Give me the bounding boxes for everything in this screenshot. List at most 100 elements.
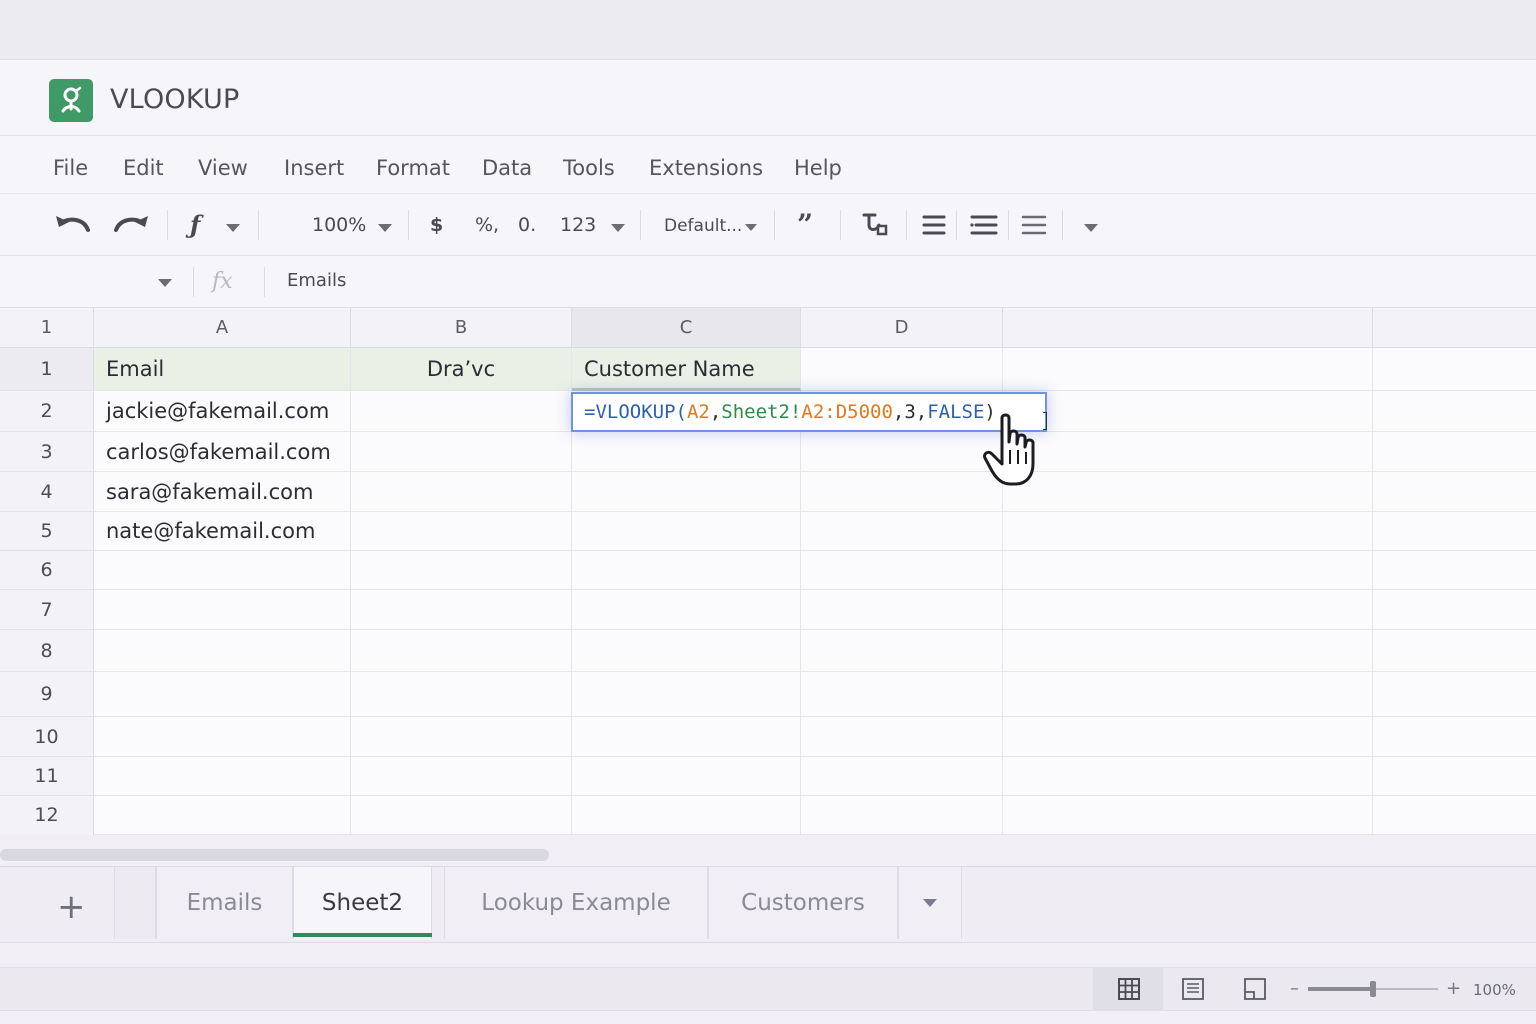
- cell-b4[interactable]: [351, 472, 572, 512]
- cell-e1[interactable]: [1003, 348, 1373, 391]
- zoom-in-button[interactable]: +: [1446, 978, 1461, 999]
- cell-formula-editor[interactable]: =VLOOKUP(A2,Sheet2!A2:D5000,3,FALSE): [571, 392, 1047, 432]
- cell-b11[interactable]: [351, 757, 572, 796]
- cell-a9[interactable]: [94, 672, 351, 717]
- row-header-10[interactable]: 10: [0, 717, 94, 757]
- cell-c1[interactable]: Customer Name: [572, 348, 801, 391]
- row-header-2[interactable]: 2: [0, 391, 94, 432]
- sheet-tab-sheet2[interactable]: Sheet2: [293, 867, 432, 939]
- menu-data[interactable]: Data: [482, 156, 532, 180]
- cell-d1[interactable]: [801, 348, 1003, 391]
- menu-help[interactable]: Help: [794, 156, 842, 180]
- cell-e11[interactable]: [1003, 757, 1373, 796]
- formula-input[interactable]: Emails: [287, 270, 346, 291]
- cell-f12[interactable]: [1373, 796, 1536, 835]
- cell-a10[interactable]: [94, 717, 351, 757]
- cell-f5[interactable]: [1373, 512, 1536, 551]
- zoom-slider-thumb[interactable]: [1370, 981, 1376, 997]
- menu-edit[interactable]: Edit: [123, 156, 164, 180]
- row-header-5[interactable]: 5: [0, 512, 94, 551]
- column-header-f[interactable]: [1373, 308, 1536, 348]
- sheets-logo-icon[interactable]: [49, 79, 93, 122]
- cell-a4[interactable]: sara@fakemail.com: [94, 472, 351, 512]
- cell-e2[interactable]: [1003, 391, 1373, 432]
- font-select[interactable]: Default...: [664, 216, 742, 236]
- cell-b6[interactable]: [351, 551, 572, 590]
- menu-format[interactable]: Format: [376, 156, 450, 180]
- menu-tools[interactable]: Tools: [563, 156, 615, 180]
- row-header-9[interactable]: 9: [0, 672, 94, 717]
- row-header-1[interactable]: 1: [0, 348, 94, 391]
- more-icon[interactable]: [1084, 224, 1098, 232]
- cell-e3[interactable]: [1003, 432, 1373, 472]
- column-header-b[interactable]: B: [351, 308, 572, 348]
- undo-icon[interactable]: [52, 210, 94, 242]
- cell-b5[interactable]: [351, 512, 572, 551]
- row-header-12[interactable]: 12: [0, 796, 94, 835]
- column-header-a[interactable]: A: [94, 308, 351, 348]
- cell-a5[interactable]: nate@fakemail.com: [94, 512, 351, 551]
- cell-c11[interactable]: [572, 757, 801, 796]
- menu-extensions[interactable]: Extensions: [649, 156, 763, 180]
- font-dropdown-icon[interactable]: [745, 224, 757, 231]
- cell-c8[interactable]: [572, 630, 801, 672]
- cell-f10[interactable]: [1373, 717, 1536, 757]
- cell-a1[interactable]: Email: [94, 348, 351, 391]
- cell-e6[interactable]: [1003, 551, 1373, 590]
- cell-e9[interactable]: [1003, 672, 1373, 717]
- redo-icon[interactable]: [110, 210, 152, 242]
- cell-f4[interactable]: [1373, 472, 1536, 512]
- row-header-7[interactable]: 7: [0, 590, 94, 630]
- horizontal-scrollbar-thumb[interactable]: [0, 849, 549, 861]
- cell-f6[interactable]: [1373, 551, 1536, 590]
- cell-f7[interactable]: [1373, 590, 1536, 630]
- corner-header[interactable]: 1: [0, 308, 94, 348]
- column-header-d[interactable]: D: [801, 308, 1003, 348]
- row-header-4[interactable]: 4: [0, 472, 94, 512]
- align-right-icon[interactable]: [1021, 214, 1047, 240]
- decimal-format-button[interactable]: 0.: [518, 214, 536, 236]
- cell-b2[interactable]: [351, 391, 572, 432]
- cell-a3[interactable]: carlos@fakemail.com: [94, 432, 351, 472]
- cell-d10[interactable]: [801, 717, 1003, 757]
- sheet-tab-lookup-example[interactable]: Lookup Example: [444, 867, 708, 939]
- cell-d7[interactable]: [801, 590, 1003, 630]
- cell-c4[interactable]: [572, 472, 801, 512]
- cell-d3[interactable]: [801, 432, 1003, 472]
- number-format-dropdown-icon[interactable]: [611, 224, 625, 232]
- cell-a8[interactable]: [94, 630, 351, 672]
- cell-f2[interactable]: [1373, 391, 1536, 432]
- cell-c5[interactable]: [572, 512, 801, 551]
- align-center-icon[interactable]: [970, 214, 998, 240]
- number-format-button[interactable]: 123: [560, 214, 596, 236]
- menu-file[interactable]: File: [53, 156, 88, 180]
- cell-b8[interactable]: [351, 630, 572, 672]
- currency-format-button[interactable]: $: [430, 214, 443, 236]
- column-header-c[interactable]: C: [572, 308, 801, 348]
- sheet-tab-customers[interactable]: Customers: [708, 867, 898, 939]
- cell-b7[interactable]: [351, 590, 572, 630]
- column-header-e[interactable]: [1003, 308, 1373, 348]
- cell-a12[interactable]: [94, 796, 351, 835]
- align-left-icon[interactable]: [922, 214, 946, 240]
- zoom-dropdown-icon[interactable]: [378, 224, 392, 232]
- cell-c6[interactable]: [572, 551, 801, 590]
- cell-c3[interactable]: [572, 432, 801, 472]
- cell-b12[interactable]: [351, 796, 572, 835]
- menu-view[interactable]: View: [198, 156, 248, 180]
- cell-d11[interactable]: [801, 757, 1003, 796]
- cell-d12[interactable]: [801, 796, 1003, 835]
- name-box-dropdown-icon[interactable]: [158, 279, 172, 287]
- cell-e10[interactable]: [1003, 717, 1373, 757]
- zoom-select[interactable]: 100%: [312, 214, 366, 236]
- page-layout-button[interactable]: [1160, 967, 1230, 1011]
- row-header-8[interactable]: 8: [0, 630, 94, 672]
- cell-e4[interactable]: [1003, 472, 1373, 512]
- function-dropdown-icon[interactable]: [226, 224, 240, 232]
- cell-c10[interactable]: [572, 717, 801, 757]
- cell-f9[interactable]: [1373, 672, 1536, 717]
- cell-d6[interactable]: [801, 551, 1003, 590]
- document-title[interactable]: VLOOKUP: [110, 84, 239, 115]
- cell-c7[interactable]: [572, 590, 801, 630]
- quote-icon[interactable]: ”: [797, 208, 813, 241]
